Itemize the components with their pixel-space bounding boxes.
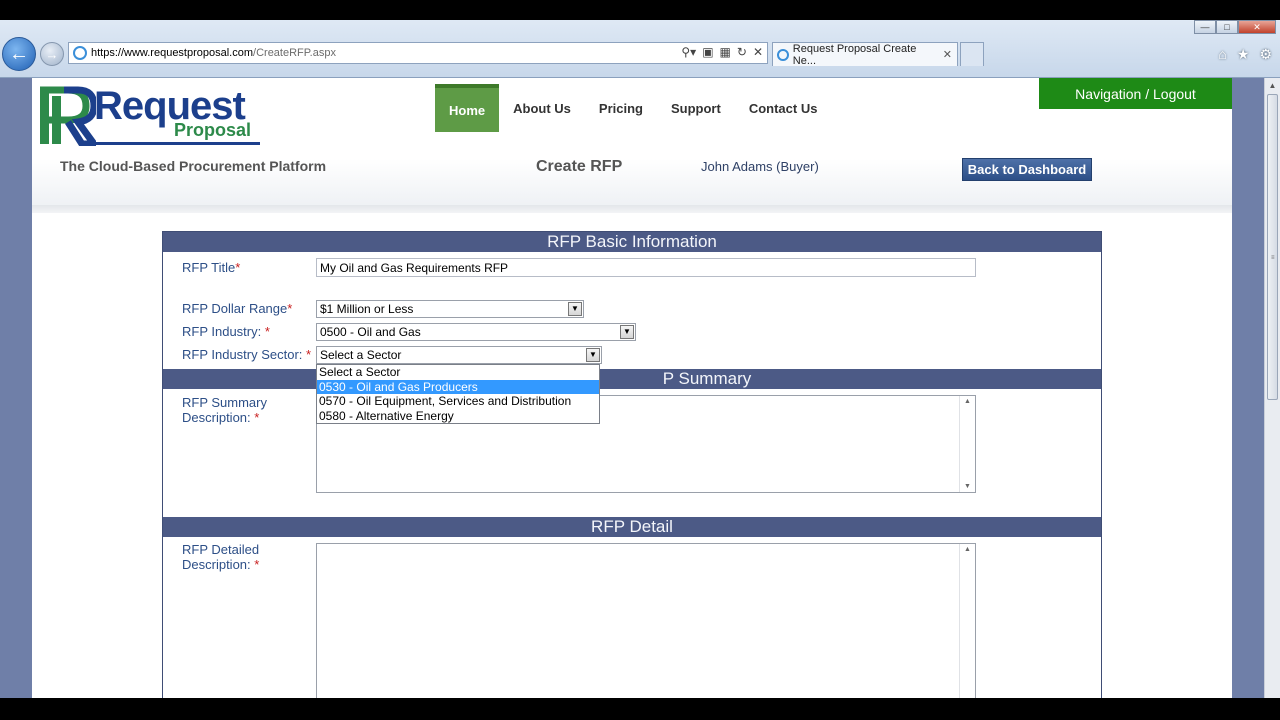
logo-mark-icon — [40, 86, 96, 146]
compat-view-icon[interactable]: ▦ — [720, 45, 731, 59]
detail-textarea[interactable]: ▲ — [316, 543, 976, 698]
browser-tab[interactable]: Request Proposal Create Ne... ✕ — [772, 42, 958, 67]
menu-item-home[interactable]: Home — [435, 84, 500, 132]
sector-option[interactable]: 0580 - Alternative Energy — [317, 409, 599, 424]
site-header: Request Proposal The Cloud-Based Procure… — [32, 78, 1232, 213]
textarea-scrollbar[interactable]: ▲ — [959, 544, 975, 698]
tab-close-icon[interactable]: ✕ — [943, 48, 952, 61]
header-divider — [32, 205, 1232, 213]
rfp-form: RFP Basic Information RFP Title* My Oil … — [162, 231, 1102, 698]
sector-option[interactable]: Select a Sector — [317, 365, 599, 380]
detail-label: RFP Detailed Description: * — [182, 542, 259, 572]
rfp-sector-value: Select a Sector — [320, 348, 402, 362]
chevron-down-icon[interactable]: ▼ — [620, 325, 634, 339]
required-mark: * — [264, 324, 270, 339]
page-scrollbar[interactable]: ▲ ≡ — [1264, 78, 1280, 698]
navigation-logout-button[interactable]: Navigation / Logout — [1039, 78, 1232, 109]
window-controls: — □ ✕ — [1194, 20, 1276, 34]
maximize-icon[interactable]: □ — [1216, 20, 1238, 34]
browser-tools: ⌂ ★ ⚙ — [1218, 46, 1272, 63]
screen: ← → https://www.requestproposal.com/Crea… — [0, 0, 1280, 720]
rfp-title-label: RFP Title* — [182, 260, 240, 275]
rfp-sector-label-text: RFP Industry Sector: — [182, 347, 307, 362]
lock-icon[interactable]: ▣ — [702, 45, 713, 59]
rfp-industry-label: RFP Industry: * — [182, 324, 270, 339]
url-host: https://www.requestproposal.com — [91, 47, 254, 59]
rfp-dollar-label: RFP Dollar Range* — [182, 301, 292, 316]
logo[interactable]: Request Proposal — [38, 84, 260, 146]
home-icon[interactable]: ⌂ — [1218, 46, 1226, 63]
detail-label-line2: Description: — [182, 557, 255, 572]
stop-icon[interactable]: ✕ — [753, 45, 763, 59]
menu-item-pricing[interactable]: Pricing — [585, 84, 657, 132]
tab-favicon-icon — [777, 48, 789, 61]
sector-dropdown-list: Select a Sector 0530 - Oil and Gas Produ… — [316, 364, 600, 424]
rfp-dollar-label-text: RFP Dollar Range — [182, 301, 288, 316]
browser-chrome: ← → https://www.requestproposal.com/Crea… — [0, 20, 1280, 78]
scroll-up-icon[interactable]: ▲ — [960, 398, 975, 405]
section-detail: RFP Detail — [163, 517, 1101, 537]
minimize-icon[interactable]: — — [1194, 20, 1216, 34]
menu-item-support[interactable]: Support — [657, 84, 735, 132]
refresh-icon[interactable]: ↻ — [737, 45, 747, 59]
textarea-scrollbar[interactable]: ▲ ▼ — [959, 396, 975, 492]
sector-option[interactable]: 0570 - Oil Equipment, Services and Distr… — [317, 394, 599, 409]
required-mark: * — [306, 347, 312, 362]
scroll-up-icon[interactable]: ▲ — [1265, 78, 1280, 93]
rfp-title-input[interactable]: My Oil and Gas Requirements RFP — [316, 258, 976, 277]
search-icon[interactable]: ⚲▾ — [681, 45, 696, 59]
main-menu: Home About Us Pricing Support Contact Us — [435, 84, 831, 132]
required-mark: * — [254, 410, 260, 425]
scroll-down-icon[interactable]: ▼ — [960, 483, 975, 490]
rfp-title-label-text: RFP Title — [182, 260, 236, 275]
forward-arrow-icon[interactable]: → — [40, 42, 64, 66]
required-mark: * — [287, 301, 293, 316]
gear-icon[interactable]: ⚙ — [1259, 46, 1272, 63]
rfp-dollar-value: $1 Million or Less — [320, 302, 414, 316]
menu-item-contact[interactable]: Contact Us — [735, 84, 832, 132]
address-bar[interactable]: https://www.requestproposal.com/CreateRF… — [68, 42, 768, 64]
user-name: John Adams (Buyer) — [701, 159, 819, 174]
rfp-sector-label: RFP Industry Sector: * — [182, 347, 311, 362]
menu-item-about[interactable]: About Us — [499, 84, 585, 132]
back-to-dashboard-button[interactable]: Back to Dashboard — [962, 158, 1092, 181]
scroll-thumb[interactable]: ≡ — [1267, 94, 1278, 400]
section-summary: P Summary — [163, 369, 1101, 389]
url-path: /CreateRFP.aspx — [253, 47, 336, 59]
scroll-up-icon[interactable]: ▲ — [960, 546, 975, 553]
back-arrow-icon[interactable]: ← — [2, 37, 36, 71]
required-mark: * — [235, 260, 241, 275]
rfp-industry-select[interactable]: 0500 - Oil and Gas ▼ — [316, 323, 636, 341]
logo-text-sub: Proposal — [174, 120, 252, 140]
bottom-bar — [0, 698, 1280, 720]
star-icon[interactable]: ★ — [1237, 46, 1250, 63]
close-icon[interactable]: ✕ — [1238, 20, 1276, 34]
summary-label-line1: RFP Summary — [182, 395, 267, 410]
ie-page-icon — [73, 46, 87, 60]
summary-label: RFP Summary Description: * — [182, 395, 267, 425]
tab-title: Request Proposal Create Ne... — [792, 42, 917, 67]
rfp-dollar-select[interactable]: $1 Million or Less ▼ — [316, 300, 584, 318]
required-mark: * — [254, 557, 260, 572]
chevron-down-icon[interactable]: ▼ — [586, 348, 600, 362]
logo-underline — [94, 142, 260, 145]
rfp-sector-select[interactable]: Select a Sector ▼ — [316, 346, 602, 364]
address-tools: ⚲▾ ▣ ▦ ↻ ✕ — [681, 45, 763, 59]
grip-icon: ≡ — [1271, 255, 1275, 261]
detail-label-line1: RFP Detailed — [182, 542, 260, 557]
viewport: Request Proposal The Cloud-Based Procure… — [0, 78, 1280, 698]
tagline: The Cloud-Based Procurement Platform — [60, 158, 327, 174]
rfp-industry-label-text: RFP Industry: — [182, 324, 265, 339]
new-tab-button[interactable] — [960, 42, 984, 66]
page: Request Proposal The Cloud-Based Procure… — [32, 78, 1232, 698]
rfp-industry-value: 0500 - Oil and Gas — [320, 325, 421, 339]
sector-option-highlighted[interactable]: 0530 - Oil and Gas Producers — [317, 379, 599, 394]
section-basic-info: RFP Basic Information — [163, 232, 1101, 252]
summary-label-line2: Description: — [182, 410, 255, 425]
page-title: Create RFP — [536, 158, 623, 175]
chevron-down-icon[interactable]: ▼ — [568, 302, 582, 316]
